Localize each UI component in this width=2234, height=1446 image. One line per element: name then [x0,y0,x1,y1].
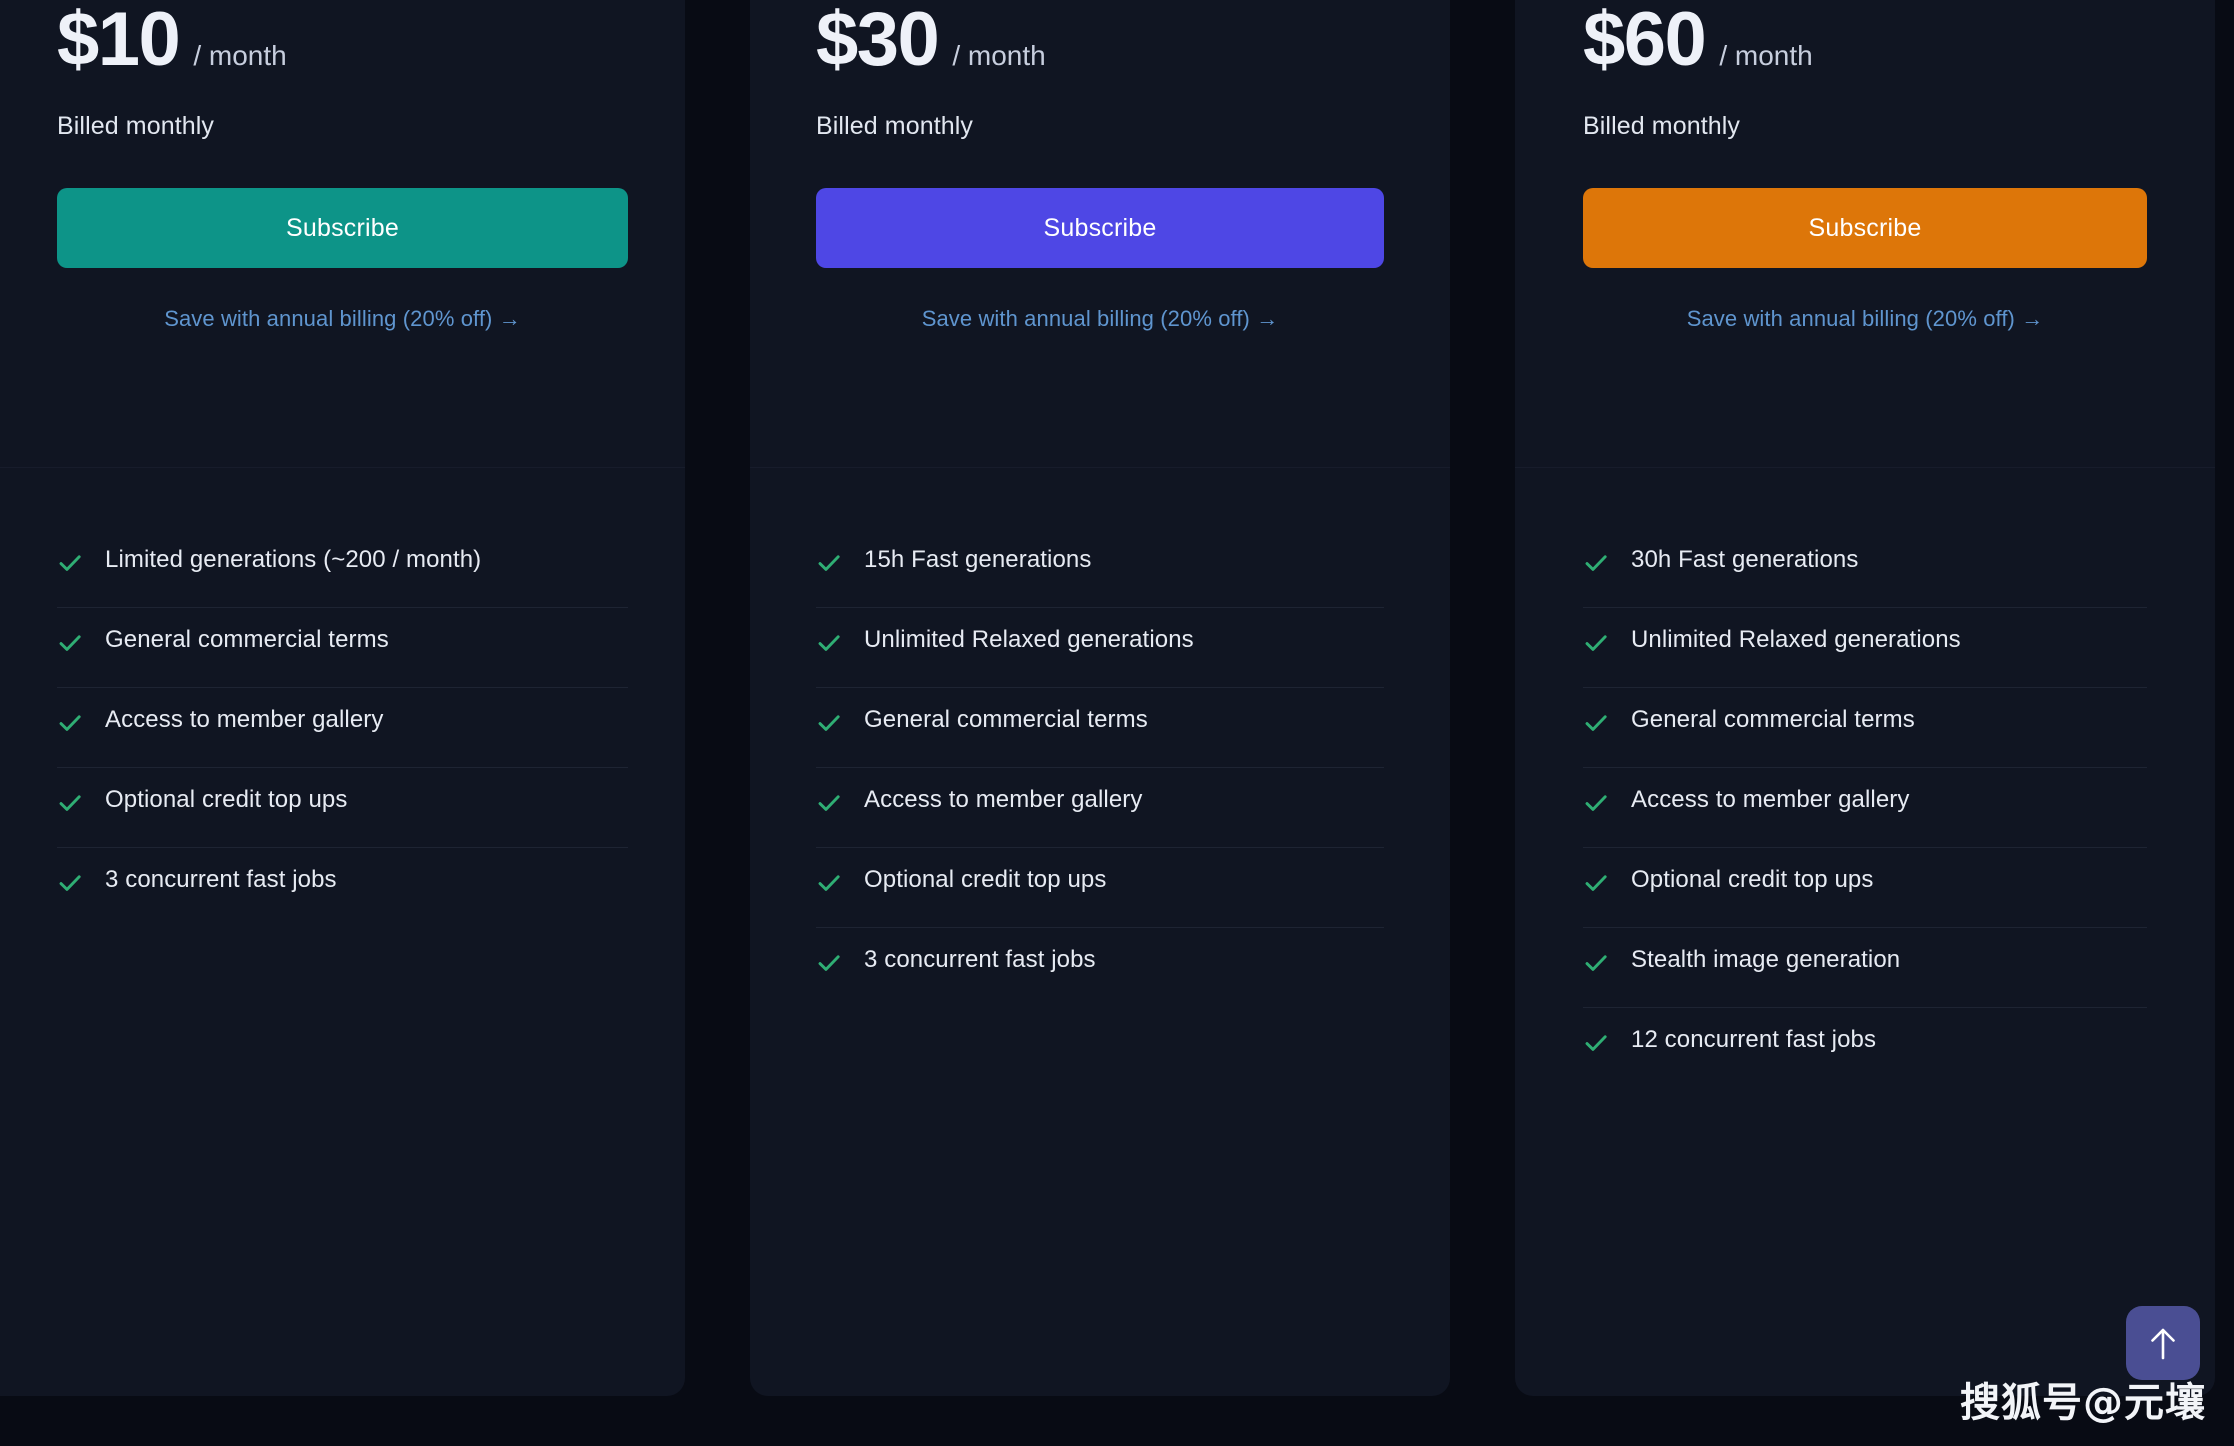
feature-label: Optional credit top ups [864,866,1107,893]
price-line: $10/ month [57,0,628,78]
plan-card-1: $10/ month Billed monthly Subscribe Save wi… [0,0,685,1396]
feature-label: Access to member gallery [1631,786,1910,813]
check-icon [57,630,83,656]
check-icon [816,630,842,656]
plan-card-3: $60/ month Billed monthly Subscribe Save wi… [1515,0,2215,1396]
feature-row: Stealth image generation [1583,928,2147,1008]
subscribe-button[interactable]: Subscribe [816,188,1384,268]
feature-label: Limited generations (~200 / month) [105,546,482,573]
feature-row: 12 concurrent fast jobs [1583,1008,2147,1088]
feature-row: Optional credit top ups [57,768,628,848]
feature-list: Limited generations (~200 / month) Genera… [0,468,685,928]
feature-row: Unlimited Relaxed generations [1583,608,2147,688]
check-icon [816,870,842,896]
price-period: / month [952,40,1046,71]
check-icon [57,550,83,576]
arrow-up-icon [2146,1325,2180,1361]
subscribe-button[interactable]: Subscribe [1583,188,2147,268]
check-icon [57,710,83,736]
price-line: $30/ month [816,0,1384,78]
check-icon [816,550,842,576]
feature-list: 30h Fast generations Unlimited Relaxed ge… [1515,468,2215,1088]
feature-row: Access to member gallery [57,688,628,768]
feature-list: 15h Fast generations Unlimited Relaxed ge… [750,468,1450,1008]
feature-label: Optional credit top ups [1631,866,1874,893]
price-amount: $30 [816,0,940,82]
subscribe-button[interactable]: Subscribe [57,188,628,268]
feature-label: 12 concurrent fast jobs [1631,1026,1877,1053]
feature-label: Access to member gallery [105,706,384,733]
feature-label: 3 concurrent fast jobs [864,946,1096,973]
pricing-cards-row: $10/ month Billed monthly Subscribe Save wi… [0,0,2234,1396]
feature-row: Limited generations (~200 / month) [57,528,628,608]
check-icon [1583,790,1609,816]
check-icon [1583,950,1609,976]
check-icon [816,790,842,816]
pricing-page: $10/ month Billed monthly Subscribe Save wi… [0,0,2234,1446]
feature-label: General commercial terms [864,706,1148,733]
feature-label: Stealth image generation [1631,946,1901,973]
plan-header: $30/ month Billed monthly Subscribe Save wi… [750,0,1450,468]
billing-note: Billed monthly [57,112,215,140]
price-line: $60/ month [1583,0,2147,78]
check-icon [816,710,842,736]
check-icon [816,950,842,976]
feature-label: 15h Fast generations [864,546,1092,573]
annual-billing-link[interactable]: Save with annual billing (20% off) → [57,306,628,332]
scroll-to-top-button[interactable] [2126,1306,2200,1380]
feature-label: General commercial terms [1631,706,1915,733]
price-amount: $10 [57,0,181,82]
check-icon [1583,550,1609,576]
billing-note: Billed monthly [816,112,974,140]
billing-note: Billed monthly [1583,112,1741,140]
plan-header: $10/ month Billed monthly Subscribe Save wi… [0,0,685,468]
annual-billing-link[interactable]: Save with annual billing (20% off) → [816,306,1384,332]
plan-card-2: $30/ month Billed monthly Subscribe Save wi… [750,0,1450,1396]
feature-row: Optional credit top ups [816,848,1384,928]
feature-row: 30h Fast generations [1583,528,2147,608]
feature-row: Unlimited Relaxed generations [816,608,1384,688]
check-icon [1583,870,1609,896]
feature-label: 30h Fast generations [1631,546,1859,573]
check-icon [1583,630,1609,656]
feature-row: 3 concurrent fast jobs [816,928,1384,1008]
feature-row: Access to member gallery [1583,768,2147,848]
feature-row: General commercial terms [1583,688,2147,768]
check-icon [1583,1030,1609,1056]
feature-label: Optional credit top ups [105,786,348,813]
price-amount: $60 [1583,0,1707,82]
feature-row: Optional credit top ups [1583,848,2147,928]
price-period: / month [1719,40,1813,71]
feature-label: General commercial terms [105,626,389,653]
feature-row: General commercial terms [816,688,1384,768]
feature-label: 3 concurrent fast jobs [105,866,337,893]
check-icon [57,790,83,816]
feature-row: General commercial terms [57,608,628,688]
check-icon [1583,710,1609,736]
watermark: 搜狐号@元壤 [1960,1380,2206,1426]
plan-header: $60/ month Billed monthly Subscribe Save wi… [1515,0,2215,468]
feature-row: 15h Fast generations [816,528,1384,608]
price-period: / month [193,40,287,71]
feature-label: Unlimited Relaxed generations [864,626,1194,653]
feature-label: Unlimited Relaxed generations [1631,626,1961,653]
feature-row: 3 concurrent fast jobs [57,848,628,928]
check-icon [57,870,83,896]
annual-billing-link[interactable]: Save with annual billing (20% off) → [1583,306,2147,332]
feature-row: Access to member gallery [816,768,1384,848]
feature-label: Access to member gallery [864,786,1143,813]
